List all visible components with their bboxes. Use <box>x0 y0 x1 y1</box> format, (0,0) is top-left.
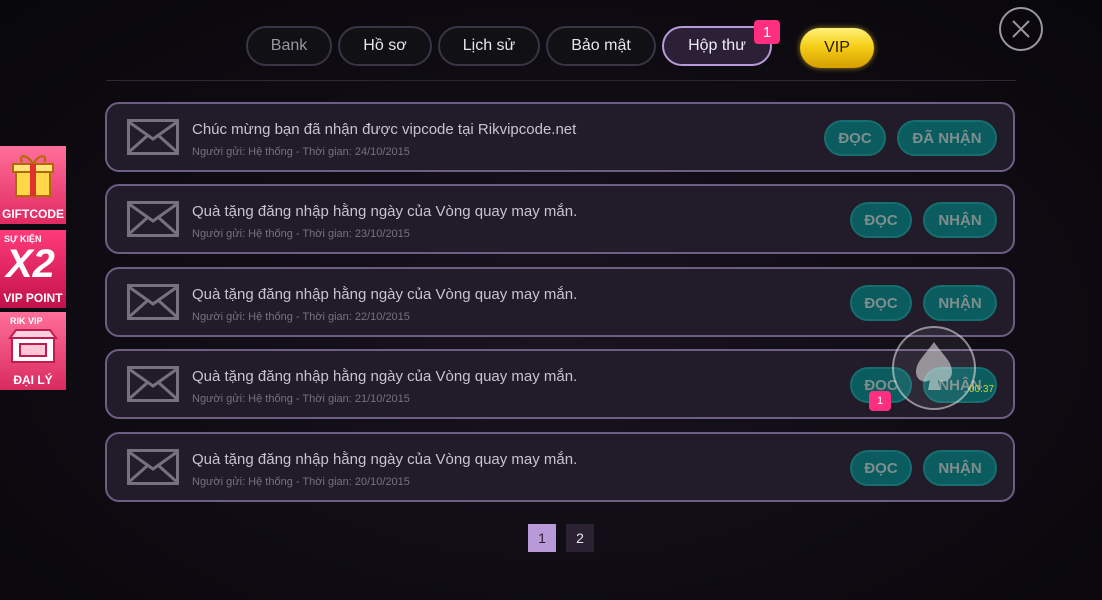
message-meta: Người gửi: Hệ thống - Thời gian: 22/10/2… <box>192 311 410 323</box>
page-2-button[interactable]: 2 <box>566 524 594 552</box>
envelope-icon <box>127 201 179 237</box>
claim-button[interactable]: NHẬN <box>923 450 997 486</box>
rikvip-label: RIK VIP <box>10 316 43 326</box>
read-button[interactable]: ĐỌC <box>850 202 912 238</box>
agent-promo[interactable]: RIK VIP ĐẠI LÝ <box>0 312 66 390</box>
envelope-icon <box>127 449 179 485</box>
giftcode-promo[interactable]: GIFTCODE <box>0 146 66 224</box>
floating-assistant-icon[interactable] <box>892 326 976 410</box>
message-title: Quà tặng đăng nhập hằng ngày của Vòng qu… <box>192 203 578 220</box>
countdown-timer: 00:37 <box>969 384 995 395</box>
close-icon <box>1012 20 1030 38</box>
message-title: Quà tặng đăng nhập hằng ngày của Vòng qu… <box>192 451 578 468</box>
read-button[interactable]: ĐỌC <box>824 120 886 156</box>
claimed-button[interactable]: ĐÃ NHẬN <box>897 120 997 156</box>
shop-icon <box>8 329 58 363</box>
vip-button[interactable]: VIP <box>800 28 874 68</box>
message-title: Quà tặng đăng nhập hằng ngày của Vòng qu… <box>192 368 578 385</box>
tab-security[interactable]: Bảo mật <box>546 26 656 66</box>
floating-notification-badge: 1 <box>869 391 891 411</box>
message-title: Quà tặng đăng nhập hằng ngày của Vòng qu… <box>192 286 578 303</box>
envelope-icon <box>127 366 179 402</box>
claim-button[interactable]: NHẬN <box>923 285 997 321</box>
message-item: Quà tặng đăng nhập hằng ngày của Vòng qu… <box>105 267 1015 337</box>
giftcode-label: GIFTCODE <box>2 207 64 221</box>
vip-point-label: VIP POINT <box>3 291 63 305</box>
inbox-unread-badge: 1 <box>754 20 780 44</box>
tab-profile[interactable]: Hồ sơ <box>338 26 432 66</box>
envelope-icon <box>127 284 179 320</box>
x2-label: X2 <box>6 242 55 286</box>
message-item: Chúc mừng bạn đã nhận được vipcode tại R… <box>105 102 1015 172</box>
close-button[interactable] <box>999 7 1043 51</box>
message-item: Quà tặng đăng nhập hằng ngày của Vòng qu… <box>105 184 1015 254</box>
top-tabs: Bank Hồ sơ Lịch sử Bảo mật Hộp thư 1 <box>246 20 780 70</box>
claim-button[interactable]: NHẬN <box>923 202 997 238</box>
agent-label: ĐẠI LÝ <box>13 373 53 387</box>
tab-bank[interactable]: Bank <box>246 26 332 66</box>
page-1-button[interactable]: 1 <box>528 524 556 552</box>
message-meta: Người gửi: Hệ thống - Thời gian: 21/10/2… <box>192 393 410 405</box>
envelope-icon <box>127 119 179 155</box>
message-meta: Người gửi: Hệ thống - Thời gian: 20/10/2… <box>192 476 410 488</box>
gift-icon <box>12 155 54 197</box>
message-item: Quà tặng đăng nhập hằng ngày của Vòng qu… <box>105 432 1015 502</box>
read-button[interactable]: ĐỌC <box>850 285 912 321</box>
message-meta: Người gửi: Hệ thống - Thời gian: 24/10/2… <box>192 146 410 158</box>
header-divider <box>106 80 1016 81</box>
read-button[interactable]: ĐỌC <box>850 450 912 486</box>
message-title: Chúc mừng bạn đã nhận được vipcode tại R… <box>192 121 577 138</box>
spade-r-icon <box>916 342 952 390</box>
message-meta: Người gửi: Hệ thống - Thời gian: 23/10/2… <box>192 228 410 240</box>
x2-vip-point-promo[interactable]: SỰ KIỆN X2 VIP POINT <box>0 230 66 308</box>
tab-history[interactable]: Lịch sử <box>438 26 540 66</box>
